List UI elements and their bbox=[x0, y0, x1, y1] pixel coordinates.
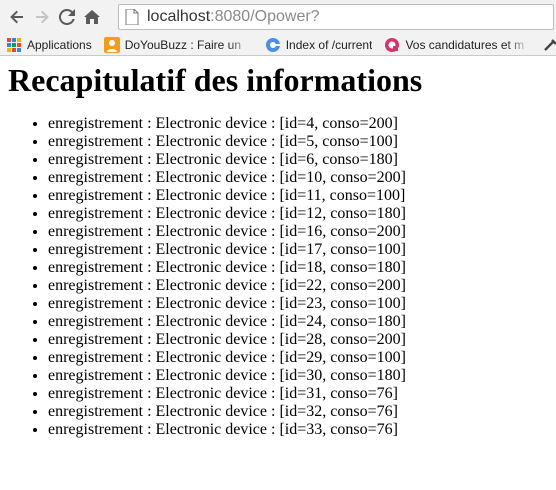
records-list: enregistrement : Electronic device : [id… bbox=[8, 115, 548, 439]
list-item: enregistrement : Electronic device : [id… bbox=[48, 169, 548, 187]
reload-icon[interactable] bbox=[56, 6, 78, 28]
doyoubuzz-icon bbox=[103, 36, 120, 53]
bookmark-doyoubuzz[interactable]: DoYouBuzz : Faire un bbox=[103, 36, 253, 53]
url-host: localhost bbox=[147, 8, 211, 25]
list-item: enregistrement : Electronic device : [id… bbox=[48, 277, 548, 295]
candidatures-icon bbox=[385, 37, 400, 52]
bookmark-label: DoYouBuzz : Faire un bbox=[124, 37, 242, 52]
list-item: enregistrement : Electronic device : [id… bbox=[48, 187, 548, 205]
chrome-page-icon bbox=[265, 37, 280, 52]
list-item: enregistrement : Electronic device : [id… bbox=[48, 331, 548, 349]
bookmark-label: Index of /current bbox=[285, 37, 373, 52]
address-bar[interactable]: localhost:8080/Opower? bbox=[118, 4, 554, 30]
list-item: enregistrement : Electronic device : [id… bbox=[48, 151, 548, 169]
forward-arrow-icon[interactable] bbox=[31, 6, 53, 28]
list-item: enregistrement : Electronic device : [id… bbox=[48, 295, 548, 313]
home-icon[interactable] bbox=[81, 6, 103, 28]
browser-toolbar: localhost:8080/Opower? bbox=[0, 0, 556, 34]
list-item: enregistrement : Electronic device : [id… bbox=[48, 259, 548, 277]
back-arrow-icon[interactable] bbox=[6, 6, 28, 28]
bookmark-index-current[interactable]: Index of /current bbox=[265, 37, 373, 53]
list-item: enregistrement : Electronic device : [id… bbox=[48, 115, 548, 133]
list-item: enregistrement : Electronic device : [id… bbox=[48, 241, 548, 259]
list-item: enregistrement : Electronic device : [id… bbox=[48, 385, 548, 403]
page-title: Recapitulatif des informations bbox=[8, 62, 423, 98]
bookmark-e[interactable]: E bbox=[543, 37, 556, 53]
bookmark-label: Applications bbox=[27, 37, 92, 52]
page-content: Recapitulatif des informations enregistr… bbox=[0, 62, 556, 439]
list-item: enregistrement : Electronic device : [id… bbox=[48, 349, 548, 367]
url-path: :8080/Opower? bbox=[210, 8, 320, 25]
bookmark-label: Vos candidatures et m bbox=[405, 37, 525, 52]
list-item: enregistrement : Electronic device : [id… bbox=[48, 133, 548, 151]
list-item: enregistrement : Electronic device : [id… bbox=[48, 205, 548, 223]
bookmark-applications[interactable]: Applications bbox=[6, 37, 92, 53]
list-item: enregistrement : Electronic device : [id… bbox=[48, 421, 548, 439]
bookmarks-bar: Applications DoYouBuzz : Faire un Index … bbox=[0, 34, 556, 56]
tools-icon bbox=[544, 38, 556, 51]
list-item: enregistrement : Electronic device : [id… bbox=[48, 223, 548, 241]
bookmark-candidatures[interactable]: Vos candidatures et m bbox=[384, 37, 531, 53]
page-icon bbox=[125, 9, 139, 25]
list-item: enregistrement : Electronic device : [id… bbox=[48, 313, 548, 331]
list-item: enregistrement : Electronic device : [id… bbox=[48, 367, 548, 385]
list-item: enregistrement : Electronic device : [id… bbox=[48, 403, 548, 421]
apps-grid-icon bbox=[7, 37, 21, 52]
